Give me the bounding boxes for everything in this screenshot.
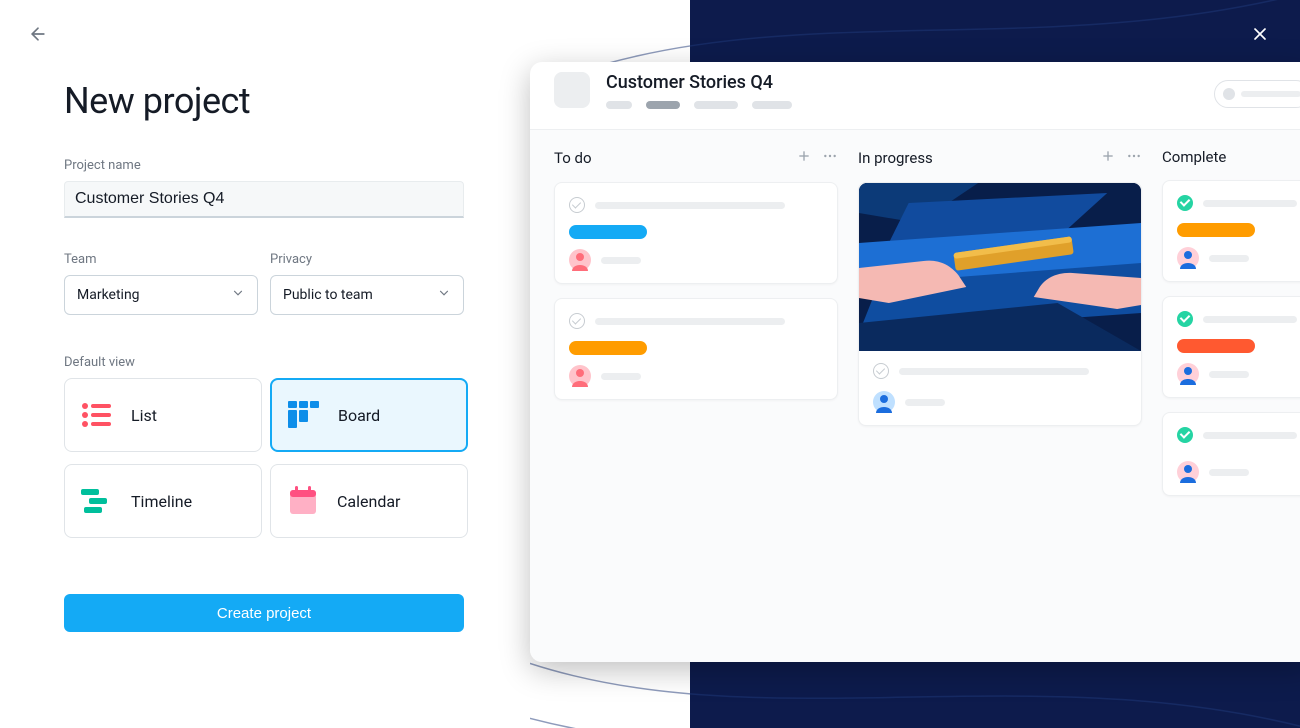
view-tile-label: Board xyxy=(338,406,380,425)
view-tile-board[interactable]: Board xyxy=(270,378,468,452)
column-name: To do xyxy=(554,149,592,167)
avatar xyxy=(1177,363,1199,385)
task-complete-checkbox[interactable] xyxy=(569,197,585,213)
preview-search xyxy=(1214,80,1300,108)
board-icon xyxy=(288,399,320,431)
create-project-button[interactable]: Create project xyxy=(64,594,464,632)
project-name-input[interactable] xyxy=(64,181,464,218)
task-complete-checkbox[interactable] xyxy=(1177,427,1193,443)
list-icon xyxy=(81,399,113,431)
default-view-label: Default view xyxy=(64,355,484,370)
task-complete-checkbox[interactable] xyxy=(873,363,889,379)
avatar xyxy=(569,249,591,271)
board-column-inprogress: In progress xyxy=(858,148,1142,644)
team-label: Team xyxy=(64,252,258,267)
view-tile-label: Timeline xyxy=(131,492,192,511)
task-card[interactable] xyxy=(1162,180,1300,282)
avatar xyxy=(1177,247,1199,269)
timeline-icon xyxy=(81,485,113,517)
task-card[interactable] xyxy=(858,182,1142,426)
chevron-down-icon xyxy=(231,286,245,304)
privacy-select-value: Public to team xyxy=(283,287,373,303)
preview-tabs xyxy=(606,101,1286,109)
privacy-select[interactable]: Public to team xyxy=(270,275,464,315)
calendar-icon xyxy=(287,485,319,517)
privacy-label: Privacy xyxy=(270,252,464,267)
close-icon[interactable] xyxy=(1250,24,1270,48)
add-task-icon[interactable] xyxy=(796,148,812,168)
column-name: Complete xyxy=(1162,148,1226,166)
task-cover-image xyxy=(859,183,1141,351)
view-tile-label: List xyxy=(131,406,157,425)
board-column-complete: Complete xyxy=(1162,148,1300,644)
project-name-label: Project name xyxy=(64,158,484,173)
view-tile-list[interactable]: List xyxy=(64,378,262,452)
task-complete-checkbox[interactable] xyxy=(1177,195,1193,211)
view-tile-calendar[interactable]: Calendar xyxy=(270,464,468,538)
page-title: New project xyxy=(64,80,484,122)
board-column-todo: To do xyxy=(554,148,838,644)
view-tile-label: Calendar xyxy=(337,492,400,511)
avatar xyxy=(569,365,591,387)
task-card[interactable] xyxy=(1162,296,1300,398)
team-select-value: Marketing xyxy=(77,287,140,303)
add-task-icon[interactable] xyxy=(1100,148,1116,168)
column-name: In progress xyxy=(858,149,933,167)
chevron-down-icon xyxy=(437,286,451,304)
column-more-icon[interactable] xyxy=(1126,148,1142,168)
view-tile-timeline[interactable]: Timeline xyxy=(64,464,262,538)
back-arrow-icon[interactable] xyxy=(28,24,48,48)
project-color-icon xyxy=(554,72,590,108)
team-select[interactable]: Marketing xyxy=(64,275,258,315)
task-card[interactable] xyxy=(554,298,838,400)
task-card[interactable] xyxy=(1162,412,1300,496)
preview-project-title: Customer Stories Q4 xyxy=(606,72,1286,93)
column-more-icon[interactable] xyxy=(822,148,838,168)
avatar xyxy=(873,391,895,413)
avatar xyxy=(1177,461,1199,483)
task-card[interactable] xyxy=(554,182,838,284)
project-preview: Customer Stories Q4 To do xyxy=(530,62,1300,662)
task-complete-checkbox[interactable] xyxy=(1177,311,1193,327)
task-complete-checkbox[interactable] xyxy=(569,313,585,329)
